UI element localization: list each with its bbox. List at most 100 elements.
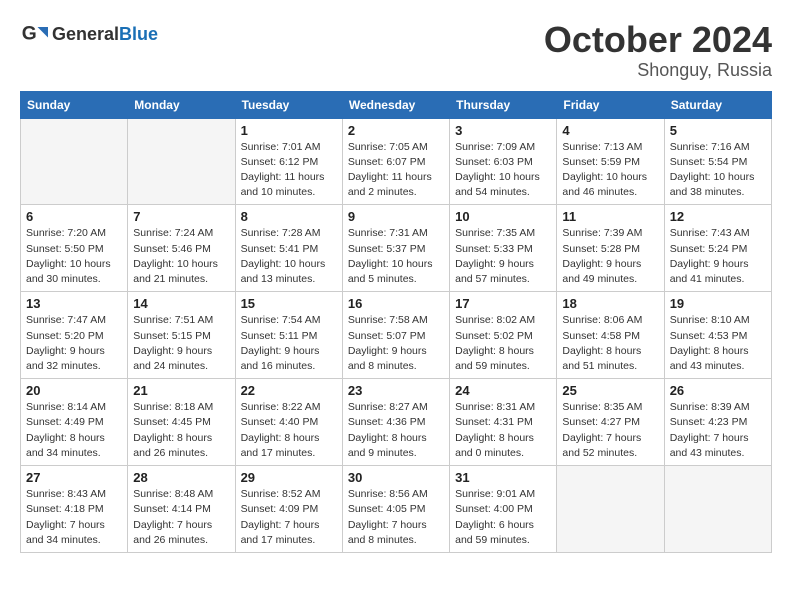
calendar-cell: 22 Sunrise: 8:22 AMSunset: 4:40 PMDayligh… [235,379,342,466]
svg-text:G: G [22,23,37,44]
day-info: Sunrise: 7:31 AMSunset: 5:37 PMDaylight:… [348,226,444,287]
day-number: 27 [26,470,122,485]
day-info: Sunrise: 7:58 AMSunset: 5:07 PMDaylight:… [348,313,444,374]
day-info: Sunrise: 8:06 AMSunset: 4:58 PMDaylight:… [562,313,658,374]
calendar-day-header: Tuesday [235,91,342,118]
calendar-cell: 26 Sunrise: 8:39 AMSunset: 4:23 PMDayligh… [664,379,771,466]
location-title: Shonguy, Russia [544,60,772,81]
calendar-cell: 27 Sunrise: 8:43 AMSunset: 4:18 PMDayligh… [21,466,128,553]
calendar-cell: 29Sunrise: 8:52 AMSunset: 4:09 PMDayligh… [235,466,342,553]
day-number: 9 [348,209,444,224]
day-info: Sunrise: 7:01 AMSunset: 6:12 PMDaylight:… [241,140,337,201]
day-number: 25 [562,383,658,398]
logo-icon: G [20,20,48,48]
calendar-cell: 30 Sunrise: 8:56 AMSunset: 4:05 PMDayligh… [342,466,449,553]
day-number: 24 [455,383,551,398]
day-number: 20 [26,383,122,398]
day-info: Sunrise: 8:14 AMSunset: 4:49 PMDaylight:… [26,400,122,461]
calendar-cell [21,118,128,205]
day-number: 1 [241,123,337,138]
calendar-cell: 24 Sunrise: 8:31 AMSunset: 4:31 PMDayligh… [450,379,557,466]
day-number: 23 [348,383,444,398]
calendar-cell: 11 Sunrise: 7:39 AMSunset: 5:28 PMDayligh… [557,205,664,292]
calendar-cell: 25 Sunrise: 8:35 AMSunset: 4:27 PMDayligh… [557,379,664,466]
day-info: Sunrise: 7:16 AMSunset: 5:54 PMDaylight:… [670,140,766,201]
calendar-title: October 2024 Shonguy, Russia [544,20,772,81]
day-number: 21 [133,383,229,398]
day-info: Sunrise: 7:51 AMSunset: 5:15 PMDaylight:… [133,313,229,374]
calendar-cell: 9 Sunrise: 7:31 AMSunset: 5:37 PMDaylight… [342,205,449,292]
calendar-cell: 8Sunrise: 7:28 AMSunset: 5:41 PMDaylight… [235,205,342,292]
logo-blue: Blue [119,24,158,44]
day-info: Sunrise: 7:05 AMSunset: 6:07 PMDaylight:… [348,140,444,201]
day-info: Sunrise: 8:02 AMSunset: 5:02 PMDaylight:… [455,313,551,374]
day-info: Sunrise: 7:20 AMSunset: 5:50 PMDaylight:… [26,226,122,287]
day-info: Sunrise: 8:48 AMSunset: 4:14 PMDaylight:… [133,487,229,548]
day-info: Sunrise: 8:52 AMSunset: 4:09 PMDaylight:… [241,487,337,548]
day-info: Sunrise: 8:35 AMSunset: 4:27 PMDaylight:… [562,400,658,461]
day-info: Sunrise: 7:39 AMSunset: 5:28 PMDaylight:… [562,226,658,287]
day-number: 11 [562,209,658,224]
day-info: Sunrise: 7:28 AMSunset: 5:41 PMDaylight:… [241,226,337,287]
day-number: 22 [241,383,337,398]
calendar-cell: 14Sunrise: 7:51 AMSunset: 5:15 PMDayligh… [128,292,235,379]
day-number: 28 [133,470,229,485]
day-number: 30 [348,470,444,485]
day-info: Sunrise: 8:31 AMSunset: 4:31 PMDaylight:… [455,400,551,461]
calendar-cell: 20 Sunrise: 8:14 AMSunset: 4:49 PMDayligh… [21,379,128,466]
calendar-day-header: Thursday [450,91,557,118]
calendar-week-row: 6 Sunrise: 7:20 AMSunset: 5:50 PMDaylight… [21,205,772,292]
calendar-cell: 7Sunrise: 7:24 AMSunset: 5:46 PMDaylight… [128,205,235,292]
day-number: 19 [670,296,766,311]
calendar-cell [128,118,235,205]
day-number: 26 [670,383,766,398]
day-info: Sunrise: 7:13 AMSunset: 5:59 PMDaylight:… [562,140,658,201]
day-info: Sunrise: 8:27 AMSunset: 4:36 PMDaylight:… [348,400,444,461]
day-number: 17 [455,296,551,311]
day-info: Sunrise: 7:35 AMSunset: 5:33 PMDaylight:… [455,226,551,287]
day-number: 2 [348,123,444,138]
day-number: 4 [562,123,658,138]
day-number: 15 [241,296,337,311]
day-info: Sunrise: 8:18 AMSunset: 4:45 PMDaylight:… [133,400,229,461]
calendar-cell: 5Sunrise: 7:16 AMSunset: 5:54 PMDaylight… [664,118,771,205]
calendar-day-header: Wednesday [342,91,449,118]
day-info: Sunrise: 8:10 AMSunset: 4:53 PMDaylight:… [670,313,766,374]
logo: G GeneralBlue [20,20,158,48]
calendar-cell: 17 Sunrise: 8:02 AMSunset: 5:02 PMDayligh… [450,292,557,379]
logo-general: General [52,24,119,44]
day-info: Sunrise: 8:22 AMSunset: 4:40 PMDaylight:… [241,400,337,461]
calendar-cell: 10 Sunrise: 7:35 AMSunset: 5:33 PMDayligh… [450,205,557,292]
day-info: Sunrise: 7:47 AMSunset: 5:20 PMDaylight:… [26,313,122,374]
month-title: October 2024 [544,20,772,60]
day-info: Sunrise: 7:43 AMSunset: 5:24 PMDaylight:… [670,226,766,287]
calendar-cell [664,466,771,553]
calendar-cell: 21 Sunrise: 8:18 AMSunset: 4:45 PMDayligh… [128,379,235,466]
day-number: 6 [26,209,122,224]
logo-text: GeneralBlue [52,24,158,45]
calendar-week-row: 13 Sunrise: 7:47 AMSunset: 5:20 PMDayligh… [21,292,772,379]
calendar-day-header: Saturday [664,91,771,118]
calendar-cell [557,466,664,553]
day-info: Sunrise: 9:01 AMSunset: 4:00 PMDaylight:… [455,487,551,548]
calendar-cell: 19 Sunrise: 8:10 AMSunset: 4:53 PMDayligh… [664,292,771,379]
calendar-cell: 18Sunrise: 8:06 AMSunset: 4:58 PMDayligh… [557,292,664,379]
day-info: Sunrise: 7:54 AMSunset: 5:11 PMDaylight:… [241,313,337,374]
calendar-cell: 12Sunrise: 7:43 AMSunset: 5:24 PMDayligh… [664,205,771,292]
calendar-day-header: Monday [128,91,235,118]
day-info: Sunrise: 7:24 AMSunset: 5:46 PMDaylight:… [133,226,229,287]
calendar-table: SundayMondayTuesdayWednesdayThursdayFrid… [20,91,772,553]
day-info: Sunrise: 8:39 AMSunset: 4:23 PMDaylight:… [670,400,766,461]
calendar-cell: 31Sunrise: 9:01 AMSunset: 4:00 PMDayligh… [450,466,557,553]
day-info: Sunrise: 8:43 AMSunset: 4:18 PMDaylight:… [26,487,122,548]
day-number: 10 [455,209,551,224]
page-header: G GeneralBlue October 2024 Shonguy, Russ… [20,20,772,81]
day-number: 13 [26,296,122,311]
day-info: Sunrise: 8:56 AMSunset: 4:05 PMDaylight:… [348,487,444,548]
calendar-cell: 15 Sunrise: 7:54 AMSunset: 5:11 PMDayligh… [235,292,342,379]
day-number: 16 [348,296,444,311]
calendar-day-header: Sunday [21,91,128,118]
calendar-cell: 2 Sunrise: 7:05 AMSunset: 6:07 PMDaylight… [342,118,449,205]
calendar-cell: 28 Sunrise: 8:48 AMSunset: 4:14 PMDayligh… [128,466,235,553]
calendar-cell: 6 Sunrise: 7:20 AMSunset: 5:50 PMDaylight… [21,205,128,292]
